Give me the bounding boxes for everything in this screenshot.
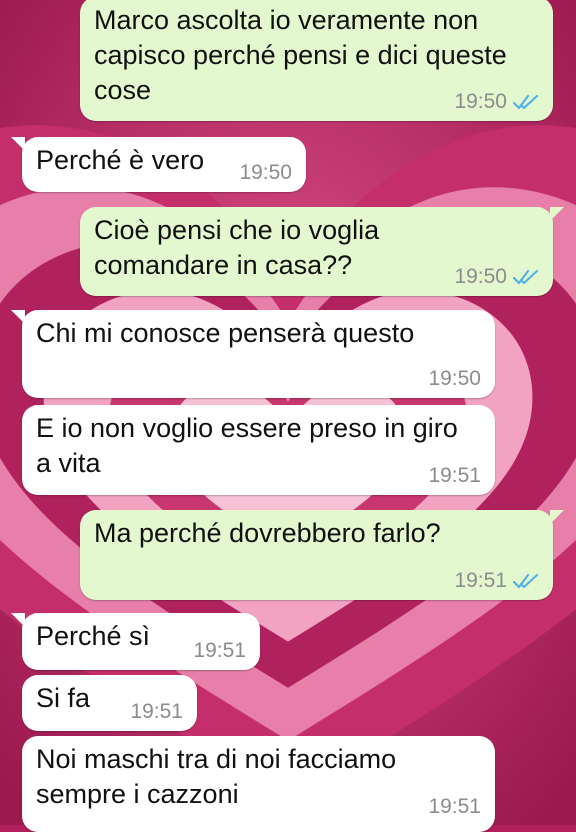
message-meta: 19:51 bbox=[130, 701, 183, 723]
message-bubble-received[interactable]: Perché sì 19:51 bbox=[11, 613, 260, 670]
message-text: E io non voglio essere preso in giro a v… bbox=[36, 413, 458, 478]
message-time: 19:51 bbox=[130, 700, 183, 723]
message-meta: 19:51 bbox=[454, 570, 539, 592]
read-receipt-icon bbox=[513, 269, 539, 285]
message-meta: 19:51 bbox=[428, 796, 481, 818]
message-time: 19:51 bbox=[428, 464, 481, 487]
message-meta: 19:51 bbox=[428, 465, 481, 487]
message-text: Ma perché dovrebbero farlo? bbox=[94, 518, 441, 548]
message-bubble-received[interactable]: Chi mi conosce penserà questo 19:50 bbox=[11, 310, 495, 398]
message-meta: 19:50 bbox=[454, 91, 539, 113]
message-bubble-received[interactable]: Si fa 19:51 bbox=[22, 675, 197, 731]
read-receipt-icon bbox=[513, 573, 539, 589]
message-bubble-sent[interactable]: Ma perché dovrebbero farlo? 19:51 bbox=[80, 510, 564, 600]
message-bubble-sent[interactable]: Marco ascolta io veramente non capisco p… bbox=[80, 0, 553, 121]
message-bubble-received[interactable]: E io non voglio essere preso in giro a v… bbox=[22, 405, 495, 495]
message-bubble-received[interactable]: Noi maschi tra di noi facciamo sempre i … bbox=[22, 736, 495, 832]
message-time: 19:51 bbox=[193, 639, 246, 662]
message-meta: 19:50 bbox=[239, 162, 292, 184]
message-text: Noi maschi tra di noi facciamo sempre i … bbox=[36, 744, 397, 809]
read-receipt-icon bbox=[513, 94, 539, 110]
message-time: 19:50 bbox=[428, 367, 481, 390]
message-time: 19:50 bbox=[239, 161, 292, 184]
message-time: 19:50 bbox=[454, 90, 507, 113]
message-bubble-received[interactable]: Perché è vero 19:50 bbox=[11, 137, 306, 192]
message-meta: 19:51 bbox=[193, 640, 246, 662]
message-bubble-sent[interactable]: Cioè pensi che io voglia comandare in ca… bbox=[80, 207, 564, 296]
message-meta: 19:50 bbox=[454, 266, 539, 288]
message-meta: 19:50 bbox=[428, 368, 481, 390]
message-time: 19:51 bbox=[454, 569, 507, 592]
message-time: 19:50 bbox=[454, 265, 507, 288]
message-text: Chi mi conosce penserà questo bbox=[36, 318, 415, 348]
message-time: 19:51 bbox=[428, 795, 481, 818]
